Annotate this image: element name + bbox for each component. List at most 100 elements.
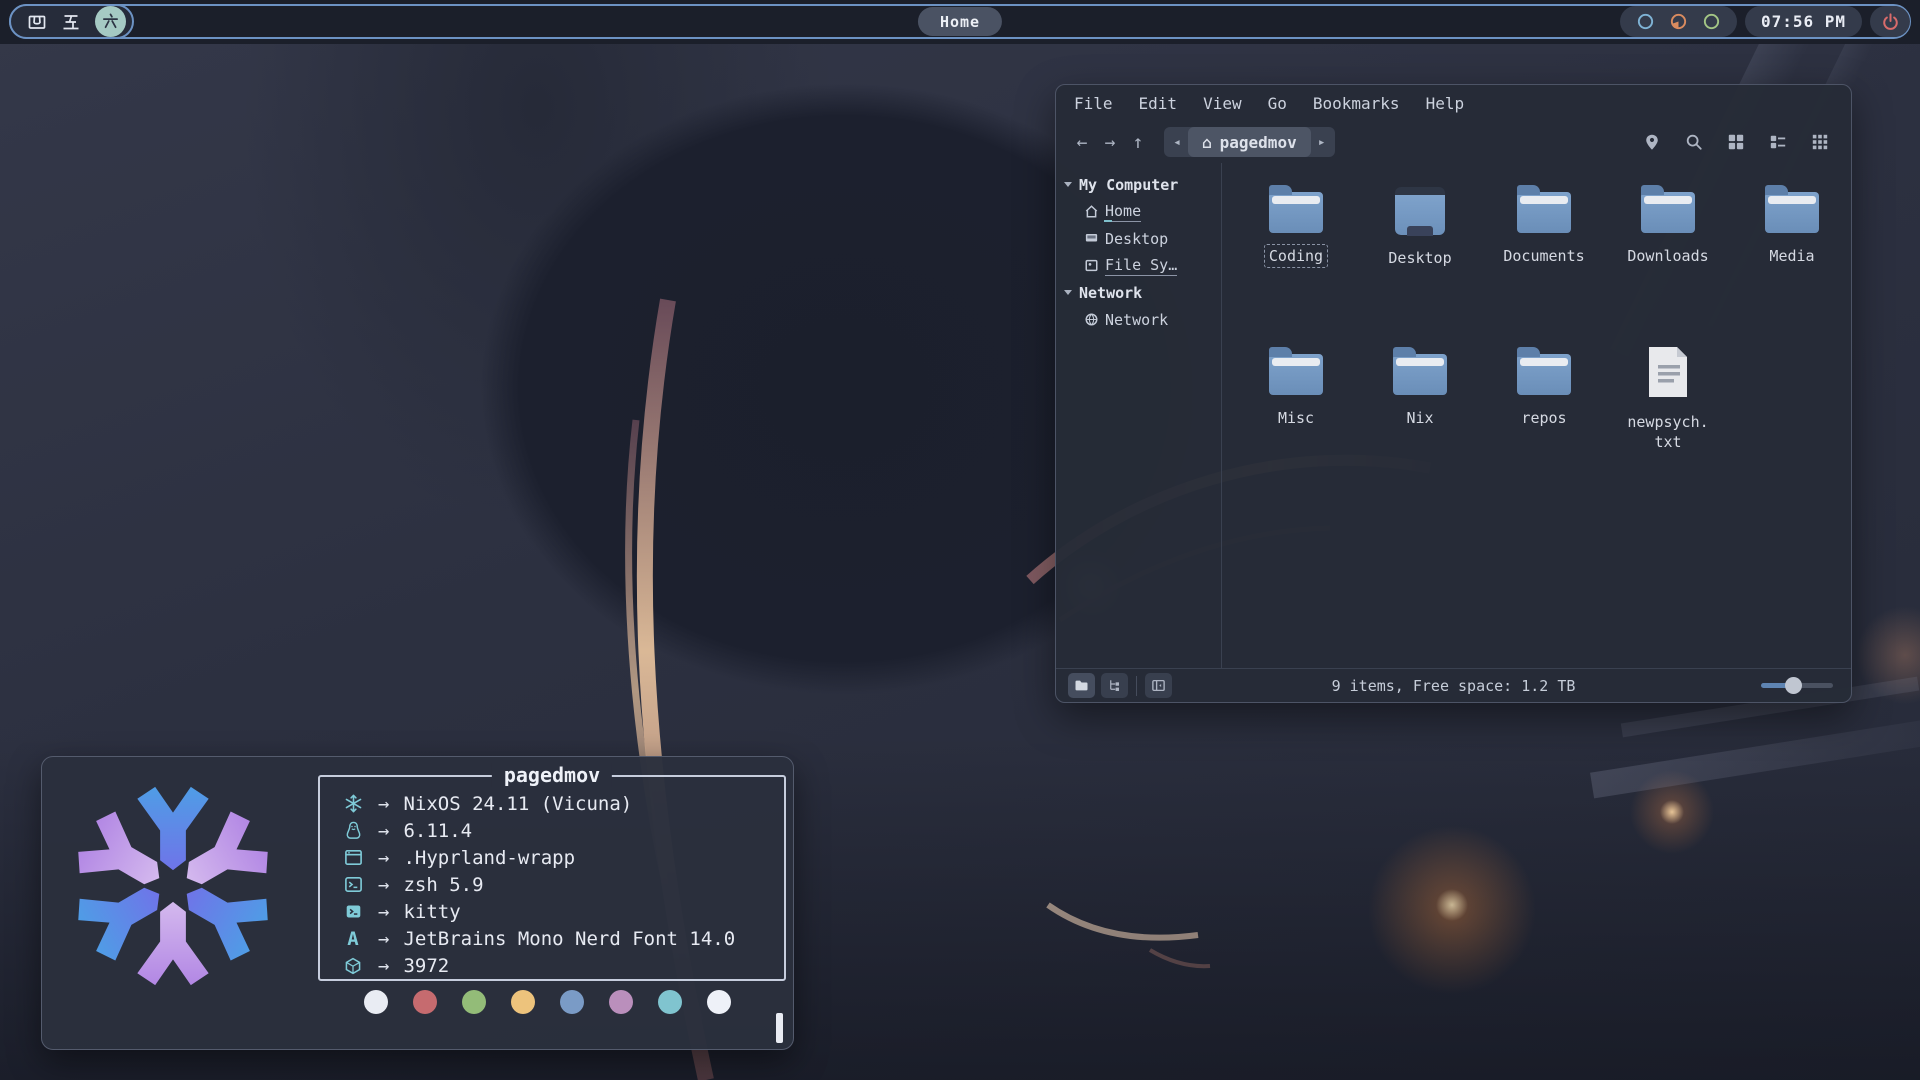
arrow-icon: → bbox=[378, 847, 389, 869]
home-icon: ⌂ bbox=[1202, 133, 1212, 152]
palette-dot bbox=[658, 990, 682, 1014]
fastfetch-box: pagedmov → NixOS 24.11 (Vicuna) → bbox=[318, 775, 786, 981]
wm-value: .Hyprland-wrapp bbox=[403, 847, 575, 869]
clock: 07:56 PM bbox=[1745, 6, 1862, 37]
folder-icon bbox=[1269, 354, 1323, 395]
workspace-6-active[interactable] bbox=[95, 6, 126, 37]
slider-handle[interactable] bbox=[1785, 677, 1802, 694]
file-label: Coding bbox=[1264, 244, 1328, 268]
sidebar-section-network[interactable]: Network bbox=[1064, 279, 1215, 306]
file-item-documents[interactable]: Documents bbox=[1482, 183, 1606, 345]
workspace-switcher bbox=[9, 4, 134, 39]
fastfetch-row-shell: → zsh 5.9 bbox=[340, 871, 784, 898]
file-item-coding[interactable]: Coding bbox=[1234, 183, 1358, 345]
location-pin-icon[interactable] bbox=[1643, 133, 1661, 151]
side-pane-icon bbox=[1151, 678, 1166, 693]
file-item-repos[interactable]: repos bbox=[1482, 345, 1606, 507]
tray-green-circle-icon[interactable] bbox=[1702, 12, 1721, 31]
forward-button[interactable]: → bbox=[1096, 132, 1124, 153]
terminal-icon bbox=[340, 903, 366, 920]
file-item-newpsych-txt[interactable]: newpsych.txt bbox=[1606, 345, 1730, 507]
nixos-icon bbox=[340, 794, 366, 813]
icon-view-icon[interactable] bbox=[1727, 133, 1745, 151]
folder-icon bbox=[1393, 354, 1447, 395]
file-item-media[interactable]: Media bbox=[1730, 183, 1852, 345]
zoom-slider[interactable] bbox=[1761, 677, 1833, 695]
linux-icon bbox=[340, 821, 366, 840]
folder-icon bbox=[1517, 354, 1571, 395]
kernel-value: 6.11.4 bbox=[403, 820, 472, 842]
section-label: My Computer bbox=[1079, 176, 1178, 194]
palette-dot bbox=[560, 990, 584, 1014]
menu-file[interactable]: File bbox=[1074, 94, 1113, 113]
file-item-desktop[interactable]: Desktop bbox=[1358, 183, 1482, 345]
palette-dot bbox=[364, 990, 388, 1014]
path-bar: ◂ ⌂ pagedmov ▸ bbox=[1164, 127, 1335, 157]
packages-icon bbox=[340, 957, 366, 975]
home-icon bbox=[1084, 204, 1099, 219]
sidebar-item-label: Home bbox=[1105, 202, 1141, 222]
path-segment-home[interactable]: ⌂ pagedmov bbox=[1188, 127, 1311, 157]
active-window-title: Home bbox=[918, 7, 1002, 36]
file-item-misc[interactable]: Misc bbox=[1234, 345, 1358, 507]
sidebar-item-label: File Sy… bbox=[1105, 256, 1177, 276]
topbar-right-cluster: 07:56 PM bbox=[1620, 6, 1910, 37]
tray-blue-circle-icon[interactable] bbox=[1636, 12, 1655, 31]
file-label: Nix bbox=[1401, 406, 1438, 430]
items-status-text: 9 items, Free space: 1.2 TB bbox=[1056, 677, 1851, 695]
back-button[interactable]: ← bbox=[1068, 132, 1096, 153]
path-label: pagedmov bbox=[1220, 133, 1297, 152]
compact-view-icon[interactable] bbox=[1811, 133, 1829, 151]
toolbar: ← → ↑ ◂ ⌂ pagedmov ▸ bbox=[1056, 121, 1851, 163]
power-icon bbox=[1881, 12, 1900, 31]
sidebar-item-file-system[interactable]: File Sy… bbox=[1064, 252, 1215, 279]
places-pane-button[interactable] bbox=[1068, 673, 1095, 698]
terminal-cursor bbox=[776, 1013, 783, 1043]
menu-edit[interactable]: Edit bbox=[1139, 94, 1178, 113]
workspace-5[interactable] bbox=[61, 12, 81, 32]
nixos-logo bbox=[64, 777, 282, 995]
file-item-downloads[interactable]: Downloads bbox=[1606, 183, 1730, 345]
packages-value: 3972 bbox=[403, 955, 449, 977]
path-scroll-right-icon[interactable]: ▸ bbox=[1311, 135, 1333, 150]
fastfetch-row-os: → NixOS 24.11 (Vicuna) bbox=[340, 790, 784, 817]
workspace-4[interactable] bbox=[27, 12, 47, 32]
menu-go[interactable]: Go bbox=[1268, 94, 1287, 113]
directory-tree-icon bbox=[1107, 678, 1122, 693]
sidebar-item-desktop[interactable]: Desktop bbox=[1064, 225, 1215, 252]
sidebar-item-home[interactable]: Home bbox=[1064, 198, 1215, 225]
tray-orange-pie-icon[interactable] bbox=[1669, 12, 1688, 31]
menu-bookmarks[interactable]: Bookmarks bbox=[1313, 94, 1400, 113]
terminal-window: pagedmov → NixOS 24.11 (Vicuna) → bbox=[41, 756, 794, 1050]
file-item-nix[interactable]: Nix bbox=[1358, 345, 1482, 507]
file-label: Documents bbox=[1498, 244, 1589, 268]
font-icon: A bbox=[340, 928, 366, 950]
toggle-side-pane-button[interactable] bbox=[1145, 673, 1172, 698]
sidebar-section-my-computer[interactable]: My Computer bbox=[1064, 171, 1215, 198]
tree-pane-button[interactable] bbox=[1101, 673, 1128, 698]
places-sidebar: My Computer Home Desktop bbox=[1056, 163, 1222, 668]
arrow-icon: → bbox=[378, 874, 389, 896]
file-label: Misc bbox=[1273, 406, 1319, 430]
menu-help[interactable]: Help bbox=[1426, 94, 1465, 113]
list-view-icon[interactable] bbox=[1769, 133, 1787, 151]
os-value: NixOS 24.11 (Vicuna) bbox=[403, 793, 632, 815]
status-bar: Home 07:56 PM bbox=[0, 0, 1920, 44]
menu-bar: File Edit View Go Bookmarks Help bbox=[1056, 85, 1851, 121]
palette-dot bbox=[511, 990, 535, 1014]
path-scroll-left-icon[interactable]: ◂ bbox=[1166, 135, 1188, 150]
arrow-icon: → bbox=[378, 793, 389, 815]
sidebar-item-network[interactable]: Network bbox=[1064, 306, 1215, 333]
arrow-icon: → bbox=[378, 820, 389, 842]
up-button[interactable]: ↑ bbox=[1124, 132, 1152, 153]
fastfetch-row-terminal: → kitty bbox=[340, 898, 784, 925]
system-tray bbox=[1620, 6, 1737, 37]
menu-view[interactable]: View bbox=[1203, 94, 1242, 113]
status-bar-fm: 9 items, Free space: 1.2 TB bbox=[1056, 668, 1851, 702]
desktop-folder-icon bbox=[1395, 187, 1445, 235]
power-button[interactable] bbox=[1870, 6, 1910, 37]
fastfetch-row-wm: → .Hyprland-wrapp bbox=[340, 844, 784, 871]
file-label: newpsych.txt bbox=[1622, 410, 1713, 454]
search-icon[interactable] bbox=[1685, 133, 1703, 151]
toolbar-right-icons bbox=[1643, 133, 1839, 151]
